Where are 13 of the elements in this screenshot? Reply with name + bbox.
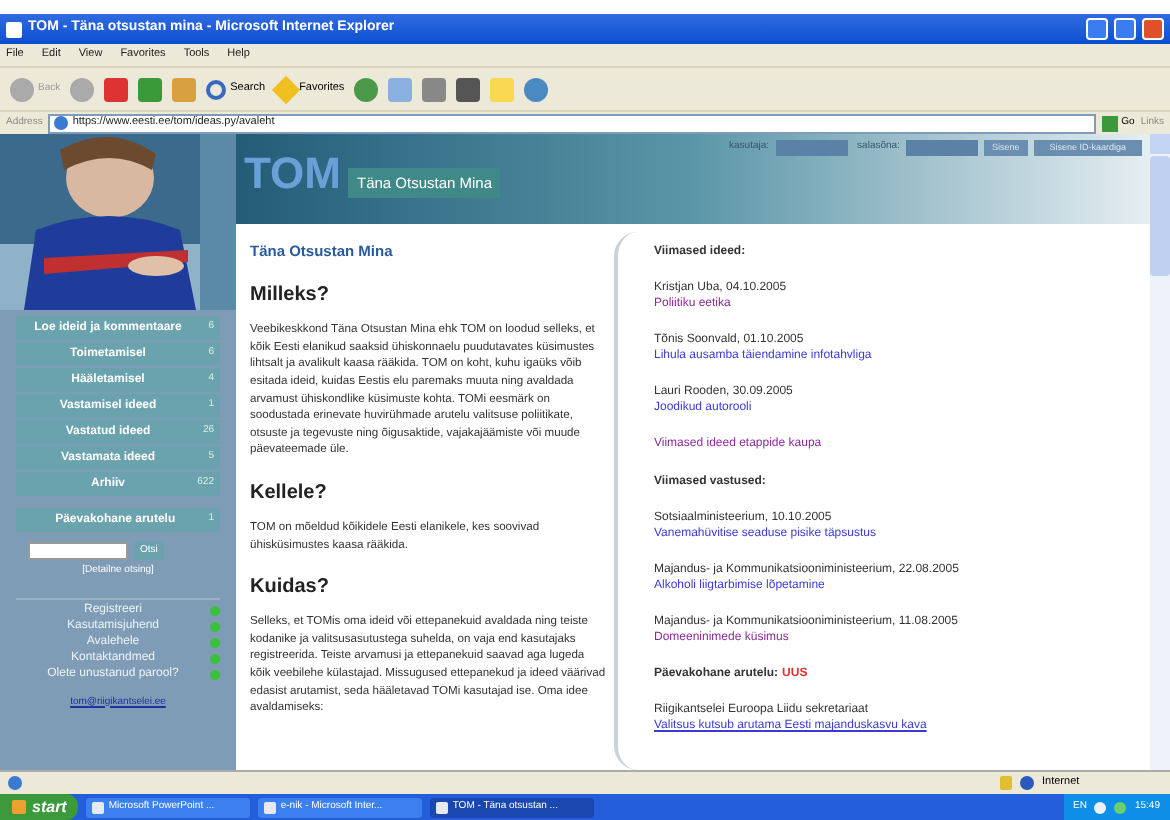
site-logo: TOM: [244, 152, 341, 196]
password-field[interactable]: [905, 140, 978, 156]
forward-button[interactable]: [70, 77, 95, 101]
maximize-button[interactable]: [1114, 18, 1136, 40]
section-heading: Milleks?: [250, 282, 331, 311]
minimize-button[interactable]: [1086, 18, 1108, 40]
close-button[interactable]: [1142, 18, 1164, 40]
section-heading: Kuidas?: [250, 574, 331, 603]
username-field[interactable]: [775, 140, 848, 156]
search-field[interactable]: [28, 542, 128, 560]
section-heading: Kellele?: [250, 480, 329, 508]
start-button[interactable]: start: [0, 794, 79, 820]
scrollbar[interactable]: [1150, 134, 1170, 770]
